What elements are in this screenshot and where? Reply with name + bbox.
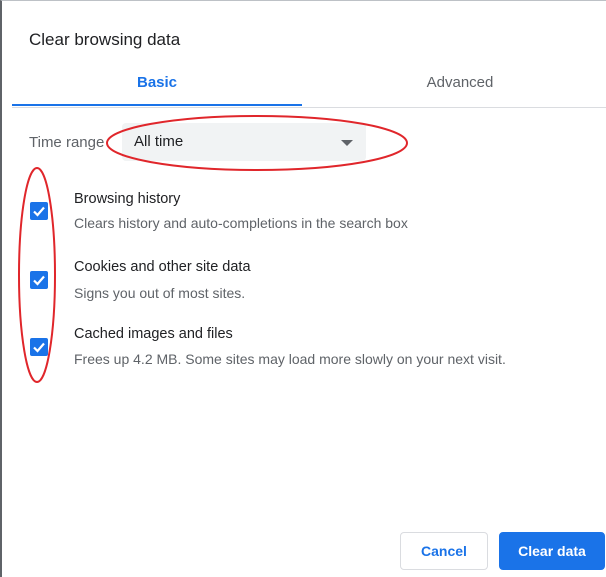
option-description: Clears history and auto-completions in t… [74, 215, 408, 231]
tab-bar: Basic Advanced [12, 61, 606, 108]
time-range-label: Time range [29, 134, 105, 151]
time-range-select[interactable]: All time [122, 123, 366, 161]
dropdown-arrow-icon [341, 140, 353, 146]
clear-data-button[interactable]: Clear data [499, 532, 605, 570]
tab-basic[interactable]: Basic [12, 61, 302, 106]
option-title: Cached images and files [74, 326, 233, 342]
cancel-button[interactable]: Cancel [400, 532, 488, 570]
dialog-title: Clear browsing data [29, 30, 181, 49]
option-description: Signs you out of most sites. [74, 285, 246, 301]
tab-advanced[interactable]: Advanced [312, 61, 606, 106]
time-range-value: All time [134, 133, 184, 150]
option-title: Cookies and other site data [74, 259, 251, 275]
checkmark-icon [33, 342, 45, 353]
checkmark-icon [33, 275, 45, 286]
clear-browsing-data-dialog: Clear browsing data Basic Advanced Time … [0, 0, 606, 577]
browsing-history-checkbox[interactable] [30, 202, 48, 220]
cookies-checkbox[interactable] [30, 271, 48, 289]
cached-images-checkbox[interactable] [30, 338, 48, 356]
option-description: Frees up 4.2 MB. Some sites may load mor… [74, 351, 506, 367]
checkmark-icon [33, 206, 45, 217]
option-title: Browsing history [74, 191, 181, 207]
